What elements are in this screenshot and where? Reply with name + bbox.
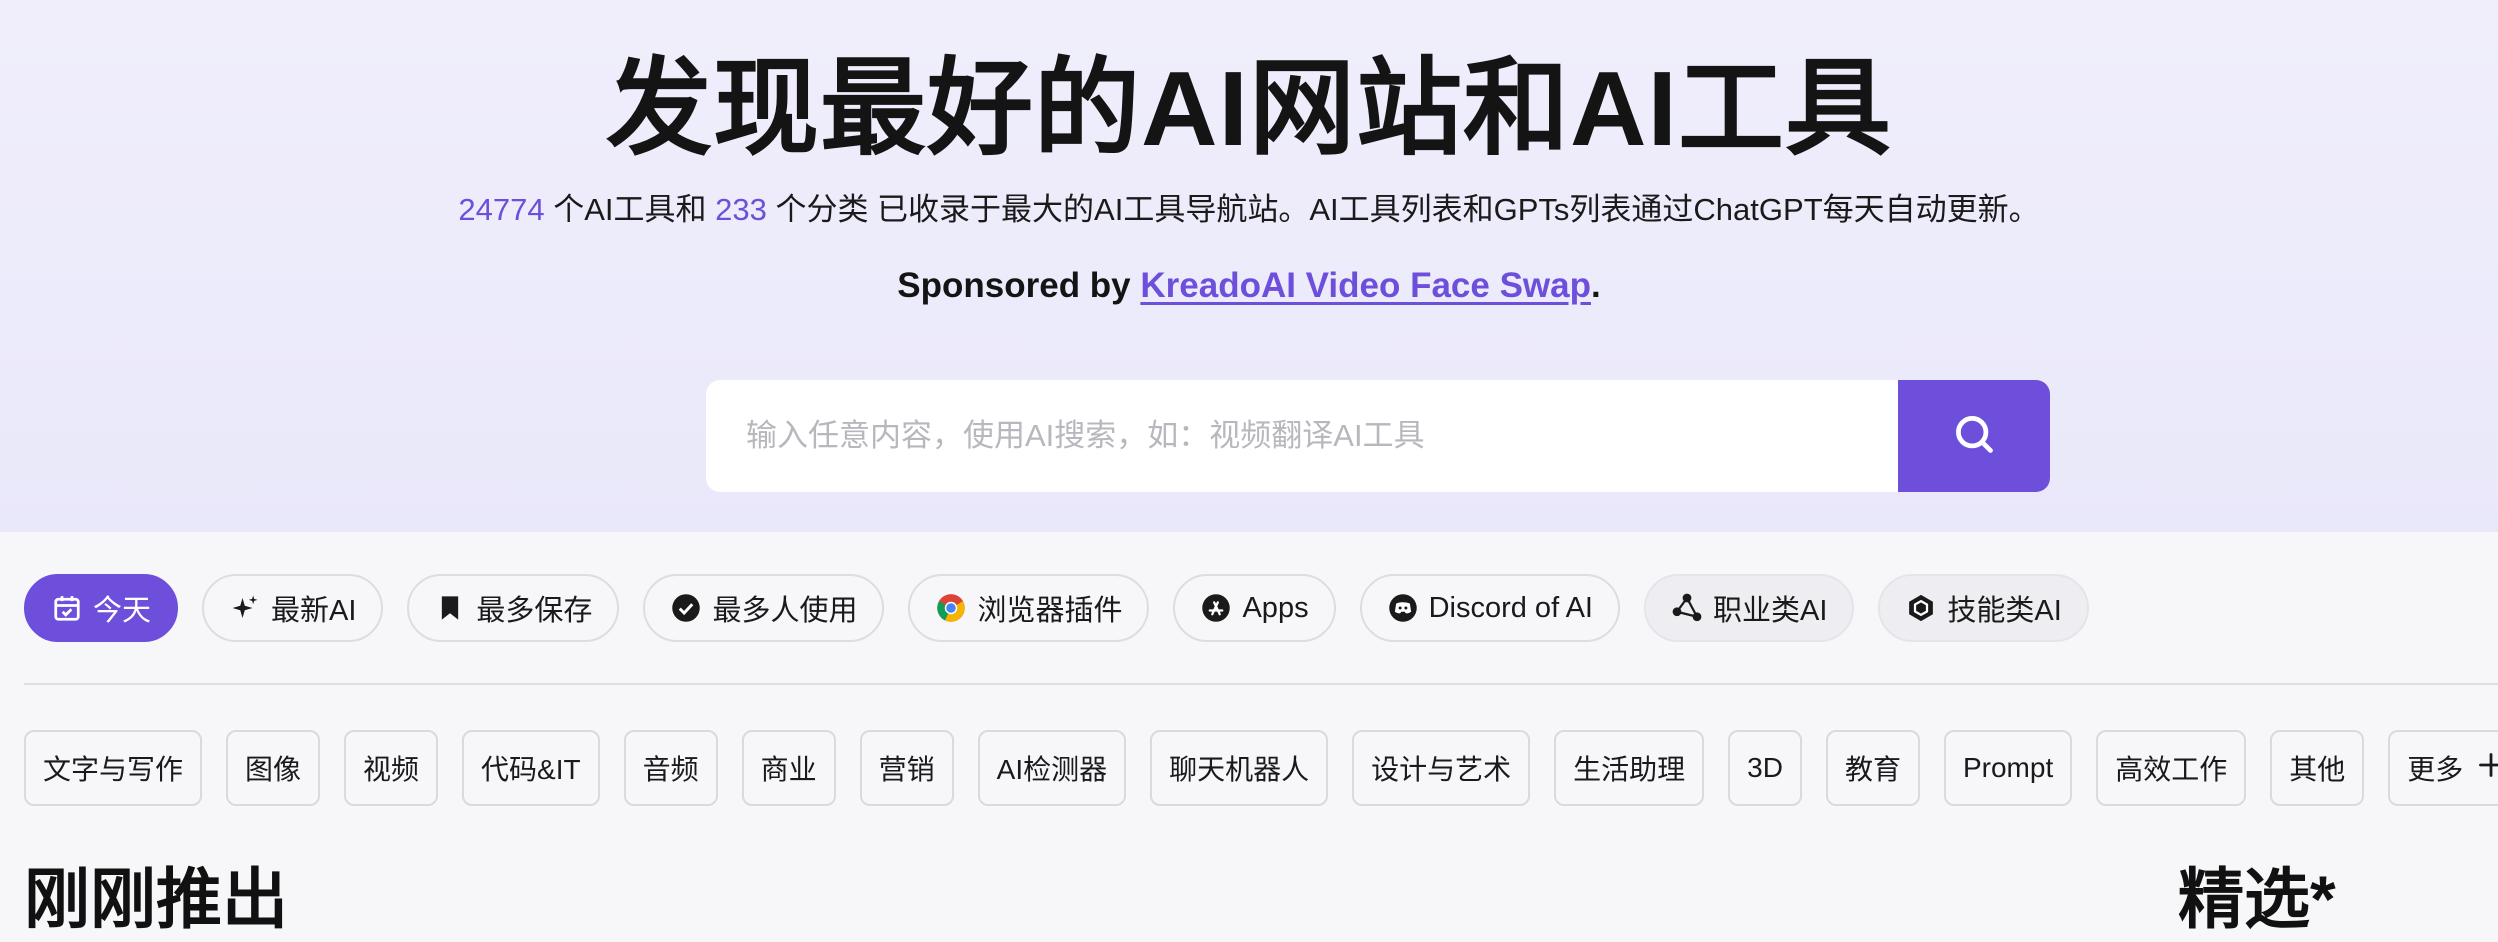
category-tag[interactable]: 音频 [623,730,718,806]
section-title-featured: 精选* [2178,862,2336,936]
sponsor-link[interactable]: KreadoAI Video Face Swap [1140,266,1591,305]
tab-label: 最新AI [271,595,357,627]
stats-suffix: 个分类 已收录于最大的AI工具导航站。AI工具列表和GPTs列表通过ChatGP… [766,192,2040,227]
search-icon [1952,412,1996,461]
category-tag[interactable]: 营销 [859,730,954,806]
tab-skill-ai[interactable]: 技能类AI [1878,574,2089,642]
tab-newest-ai[interactable]: 最新AI [202,574,384,642]
network-icon [1671,592,1703,624]
tool-count-suffix: 个AI工具和 [544,192,716,227]
category-tag[interactable]: 商业 [741,730,836,806]
page-title: 发现最好的AI网站和AI工具 [606,50,1892,168]
category-tag[interactable]: 高效工作 [2096,730,2247,806]
hero-section: 发现最好的AI网站和AI工具 24774 个AI工具和 233 个分类 已收录于… [0,0,2498,532]
calendar-check-icon [51,592,83,624]
category-tag[interactable]: AI检测器 [977,730,1127,806]
sparkles-icon [229,592,261,624]
sponsor-suffix: . [1590,266,1601,305]
hexagon-icon [1905,592,1937,624]
category-tag[interactable]: 设计与艺术 [1352,730,1531,806]
tab-most-used[interactable]: 最多人使用 [643,574,885,642]
tab-most-saved[interactable]: 最多保存 [407,574,620,642]
more-label: 更多 [2407,754,2464,785]
tool-count: 24774 [458,192,545,227]
more-categories-button[interactable]: 更多 [2388,730,2498,806]
chrome-icon [935,592,967,624]
check-circle-icon [670,592,702,624]
plus-icon [2477,751,2498,786]
tab-apps[interactable]: Apps [1173,574,1336,642]
filter-tabs: 今天 最新AI 最多保存 最多人使用 浏览器插件 Apps Discord of… [24,574,2089,642]
discord-icon [1387,592,1419,624]
stats-line: 24774 个AI工具和 233 个分类 已收录于最大的AI工具导航站。AI工具… [0,184,2498,229]
search-button[interactable] [1898,380,2050,492]
search-bar [706,380,2050,492]
sponsor-line: Sponsored by KreadoAI Video Face Swap. [0,266,2498,306]
tab-browser-extensions[interactable]: 浏览器插件 [908,574,1150,642]
bookmark-icon [434,592,466,624]
section-title-just-launched: 刚刚推出 [24,862,288,936]
category-tag[interactable]: 视频 [344,730,439,806]
category-tag[interactable]: 聊天机器人 [1150,730,1329,806]
divider [24,683,2498,685]
tab-today[interactable]: 今天 [24,574,179,642]
category-tag[interactable]: 3D [1728,730,1802,806]
tab-label: 最多保存 [476,595,593,627]
category-count: 233 [715,192,767,227]
category-tag[interactable]: 生活助理 [1554,730,1705,806]
search-input[interactable] [706,380,1898,492]
tab-label: 技能类AI [1947,595,2062,627]
app-store-icon [1200,592,1232,624]
tab-label: Discord of AI [1428,591,1593,624]
tab-label: 职业类AI [1712,595,1828,627]
category-tag[interactable]: 代码&IT [462,730,600,806]
category-tag[interactable]: 教育 [1825,730,1920,806]
tab-label: Apps [1242,591,1309,624]
category-tags: 文字与写作 图像 视频 代码&IT 音频 商业 营销 AI检测器 聊天机器人 设… [24,730,2498,806]
tab-profession-ai[interactable]: 职业类AI [1643,574,1855,642]
tab-label: 浏览器插件 [977,595,1123,627]
tab-label: 最多人使用 [712,595,858,627]
tab-discord-of-ai[interactable]: Discord of AI [1359,574,1620,642]
category-tag[interactable]: 文字与写作 [24,730,203,806]
sponsor-prefix: Sponsored by [897,266,1141,305]
tab-label: 今天 [93,595,152,627]
category-tag[interactable]: 其他 [2270,730,2365,806]
category-tag[interactable]: 图像 [226,730,321,806]
category-tag[interactable]: Prompt [1943,730,2073,806]
